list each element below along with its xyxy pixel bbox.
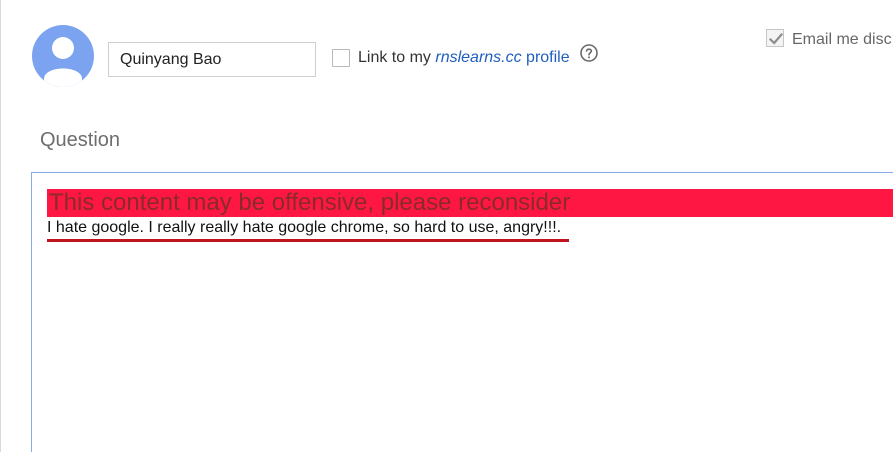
site-link[interactable]: rnslearns.cc — [435, 49, 521, 66]
profile-link[interactable]: profile — [522, 49, 570, 66]
question-heading: Question — [40, 129, 121, 151]
offensive-text-underline — [47, 239, 569, 242]
offensive-content-warning: This content may be offensive, please re… — [47, 189, 893, 217]
link-profile-checkbox[interactable] — [332, 49, 350, 67]
link-profile-label[interactable]: Link to my rnslearns.cc profile — [358, 49, 570, 67]
question-body-text[interactable]: I hate google. I really really hate goog… — [47, 219, 561, 237]
link-profile-prefix: Link to my — [358, 49, 436, 66]
user-avatar-icon — [32, 25, 94, 87]
author-name-input[interactable] — [108, 42, 316, 77]
question-mark-circle-icon[interactable] — [580, 44, 598, 62]
checkmark-icon — [768, 32, 784, 45]
email-me-checkbox[interactable] — [766, 29, 784, 47]
question-editor[interactable]: This content may be offensive, please re… — [31, 172, 893, 452]
email-me-label[interactable]: Email me disc — [792, 31, 892, 49]
question-form: Link to my rnslearns.cc profile Email me… — [0, 0, 893, 452]
page-divider — [0, 0, 1, 452]
